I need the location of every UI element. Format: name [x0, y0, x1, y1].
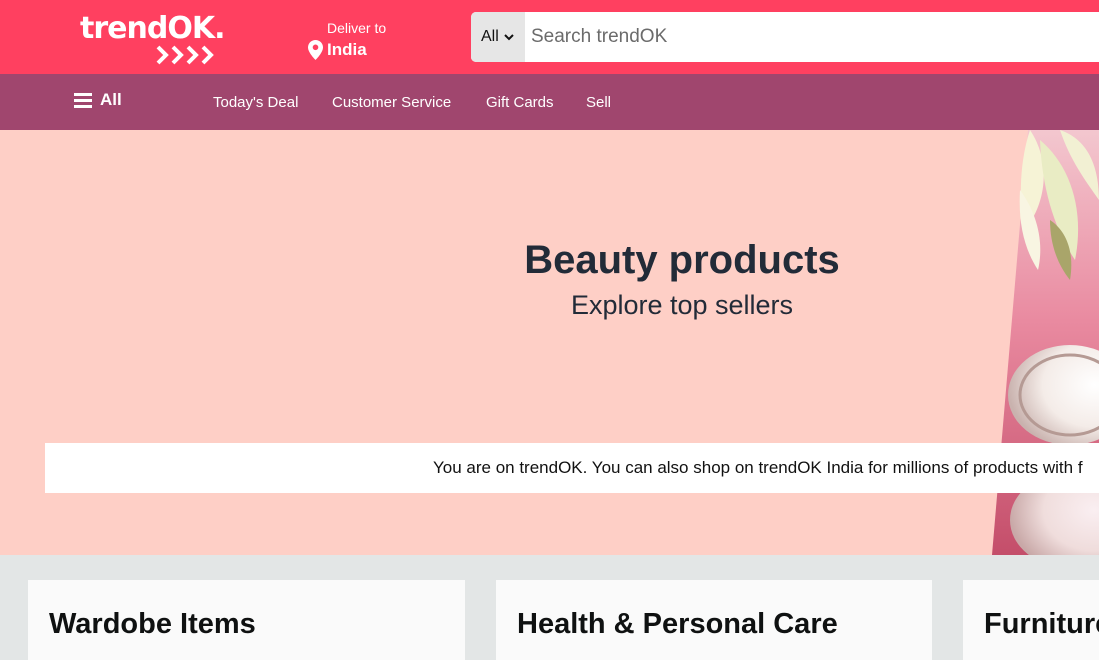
nav-all-label: All — [100, 90, 122, 109]
search-category-label: All — [481, 28, 499, 45]
nav-link-gift-cards[interactable]: Gift Cards — [486, 94, 554, 111]
hero-title: Beauty products — [524, 238, 840, 282]
nav-all-menu-button[interactable]: All — [74, 90, 122, 110]
deliver-location: India — [327, 40, 367, 59]
nav-bar: All Today's Deal Customer Service Gift C… — [0, 74, 1099, 130]
category-card-furniture[interactable]: Furniture — [963, 580, 1099, 660]
locale-notice-text: You are on trendOK. You can also shop on… — [433, 458, 1083, 477]
locale-notice-bar: You are on trendOK. You can also shop on… — [45, 443, 1099, 493]
hamburger-menu-icon — [74, 92, 92, 108]
deliver-to-location[interactable]: Deliver to India — [306, 18, 426, 64]
nav-link-customer-service[interactable]: Customer Service — [332, 94, 451, 111]
trendok-logo[interactable]: trendOK. — [80, 12, 230, 68]
category-card-title: Wardobe Items — [49, 608, 256, 640]
nav-link-sell[interactable]: Sell — [586, 94, 611, 111]
search-bar: All — [471, 12, 1099, 62]
category-card-wardrobe[interactable]: Wardobe Items — [28, 580, 465, 660]
category-card-health[interactable]: Health & Personal Care — [496, 580, 932, 660]
chevrons-icon — [156, 45, 214, 65]
nav-link-todays-deal[interactable]: Today's Deal — [213, 94, 298, 111]
top-header: trendOK. Deliver to India All — [0, 0, 1099, 74]
search-category-select[interactable]: All — [471, 12, 525, 62]
search-input[interactable] — [525, 12, 1099, 62]
hero-subtitle: Explore top sellers — [570, 290, 794, 320]
category-card-title: Furniture — [984, 608, 1099, 640]
location-pin-icon — [308, 40, 323, 60]
chevron-down-icon — [504, 33, 514, 40]
category-card-title: Health & Personal Care — [517, 608, 838, 640]
logo-text: trendOK. — [80, 11, 225, 46]
deliver-label: Deliver to — [327, 20, 387, 36]
hero-banner[interactable]: Beauty products Explore top sellers You … — [0, 130, 1099, 555]
